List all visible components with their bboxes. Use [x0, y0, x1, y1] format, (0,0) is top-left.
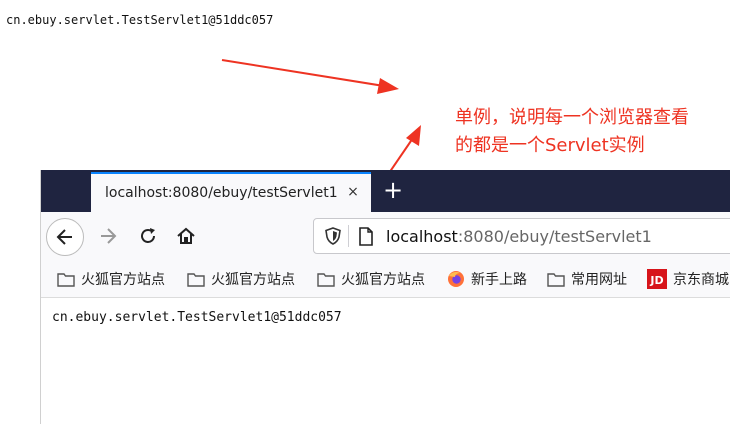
folder-icon	[57, 272, 75, 287]
bookmark-item[interactable]: 火狐官方站点	[317, 269, 425, 289]
bookmark-item[interactable]: 新手上路	[447, 269, 527, 289]
bookmark-label: 常用网址	[571, 272, 627, 288]
folder-icon	[317, 272, 335, 287]
folder-icon	[187, 272, 205, 287]
bookmark-label: 火狐官方站点	[341, 272, 425, 288]
folder-icon	[547, 272, 565, 287]
annotation-line-1: 单例，说明每一个浏览器查看	[455, 107, 689, 128]
svg-text:JD: JD	[649, 274, 663, 287]
arrow-right-icon	[101, 228, 117, 244]
tab-title: localhost:8080/ebuy/testServlet1	[105, 185, 338, 201]
arrow-top-right	[221, 59, 399, 94]
page-output: cn.ebuy.servlet.TestServlet1@51ddc057	[52, 310, 342, 325]
url-host: localhost	[386, 227, 458, 246]
tab-active[interactable]: localhost:8080/ebuy/testServlet1 ×	[91, 172, 371, 212]
bookmark-label: 火狐官方站点	[211, 272, 295, 288]
bookmark-label: 新手上路	[471, 272, 527, 288]
shield-icon[interactable]	[324, 227, 342, 245]
bookmarks-toolbar: 火狐官方站点 火狐官方站点 火狐官方站点 新手上路 常用网址 JD 京东商城	[41, 260, 730, 298]
bookmark-item[interactable]: 火狐官方站点	[57, 269, 165, 289]
new-tab-button[interactable]: +	[381, 178, 405, 202]
bookmark-item[interactable]: JD 京东商城	[647, 269, 729, 289]
home-icon	[177, 227, 195, 244]
page-icon[interactable]	[358, 227, 374, 246]
firefox-icon	[448, 271, 464, 287]
url-path: :8080/ebuy/testServlet1	[457, 227, 652, 246]
annotation-line-2: 的都是一个Servlet实例	[455, 135, 645, 156]
jd-icon: JD	[647, 269, 667, 289]
console-output: cn.ebuy.servlet.TestServlet1@51ddc057	[6, 13, 274, 27]
reload-button[interactable]	[129, 217, 167, 255]
arrow-left-icon	[56, 229, 72, 245]
bookmark-label: 火狐官方站点	[81, 272, 165, 288]
bookmark-label: 京东商城	[673, 272, 729, 288]
url-text[interactable]: localhost:8080/ebuy/testServlet1	[386, 227, 652, 246]
tab-close-icon[interactable]: ×	[345, 184, 361, 200]
nav-bar: localhost:8080/ebuy/testServlet1	[41, 212, 730, 260]
url-bar[interactable]: localhost:8080/ebuy/testServlet1	[313, 218, 730, 254]
browser-window: localhost:8080/ebuy/testServlet1 × + loc…	[40, 170, 730, 424]
back-button[interactable]	[46, 218, 84, 256]
home-button[interactable]	[167, 217, 205, 255]
annotation-text: 单例，说明每一个浏览器查看 的都是一个Servlet实例	[455, 104, 689, 160]
tab-bar: localhost:8080/ebuy/testServlet1 × +	[41, 170, 730, 212]
forward-button[interactable]	[89, 217, 127, 255]
reload-icon	[141, 228, 155, 243]
bookmark-item[interactable]: 常用网址	[547, 269, 627, 289]
page-content: cn.ebuy.servlet.TestServlet1@51ddc057	[41, 298, 730, 424]
url-divider	[348, 225, 349, 247]
bookmark-item[interactable]: 火狐官方站点	[187, 269, 295, 289]
